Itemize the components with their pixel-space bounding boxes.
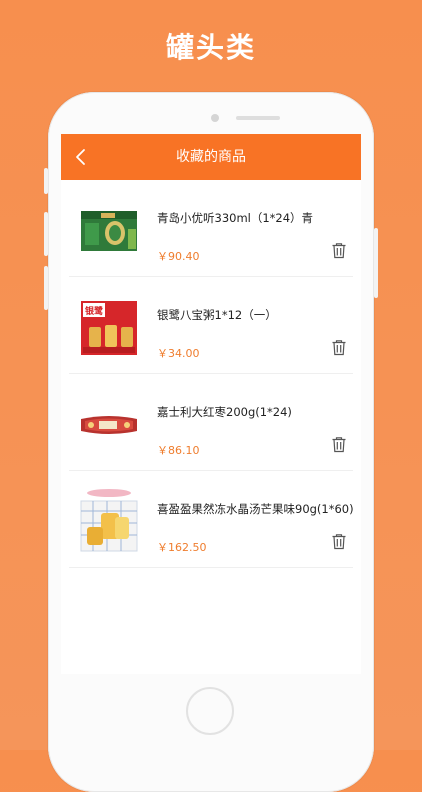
product-name: 银鹭八宝粥1*12（一） — [157, 308, 277, 322]
camera-icon — [211, 114, 219, 122]
speaker-grille — [236, 116, 280, 120]
promo-headline: 罐头类 — [165, 31, 256, 64]
product-name: 嘉士利大红枣200g(1*24) — [157, 405, 292, 419]
power-button — [374, 228, 378, 298]
trash-icon[interactable] — [331, 339, 347, 356]
favorites-list: 青岛小优听330ml（1*24）青 ￥90.40 银鹭 银鹭八宝粥1*12（一）… — [61, 180, 361, 568]
trash-icon[interactable] — [331, 533, 347, 550]
congee-box-image: 银鹭 — [81, 301, 137, 355]
list-item[interactable]: 喜盈盈果然冻水晶汤芒果味90g(1*60) ￥162.50 — [69, 471, 354, 568]
product-name: 喜盈盈果然冻水晶汤芒果味90g(1*60) — [157, 502, 354, 516]
jelly-pack-image — [80, 489, 138, 552]
beer-case-image — [81, 211, 137, 251]
navigation-bar: 收藏的商品 — [61, 134, 361, 180]
mute-switch — [44, 168, 48, 194]
product-price: ￥34.00 — [157, 347, 200, 360]
product-price: ￥90.40 — [157, 250, 200, 263]
app-screen: 收藏的商品 青岛小优听330ml（1*24）青 ￥90.40 银鹭 银鹭八宝粥1… — [61, 134, 361, 674]
trash-icon[interactable] — [331, 242, 347, 259]
trash-icon[interactable] — [331, 436, 347, 453]
product-price: ￥162.50 — [157, 541, 207, 554]
page-title: 收藏的商品 — [176, 149, 246, 165]
product-price: ￥86.10 — [157, 444, 200, 457]
list-item[interactable]: 青岛小优听330ml（1*24）青 ￥90.40 — [69, 180, 353, 277]
volume-up-button — [44, 212, 48, 256]
list-item[interactable]: 嘉士利大红枣200g(1*24) ￥86.10 — [69, 374, 353, 471]
list-item[interactable]: 银鹭 银鹭八宝粥1*12（一） ￥34.00 — [69, 277, 353, 374]
volume-down-button — [44, 266, 48, 310]
product-name: 青岛小优听330ml（1*24）青 — [157, 211, 314, 225]
home-button[interactable] — [186, 687, 234, 735]
biscuit-pack-image — [81, 416, 137, 434]
svg-text:银鹭: 银鹭 — [85, 305, 104, 317]
